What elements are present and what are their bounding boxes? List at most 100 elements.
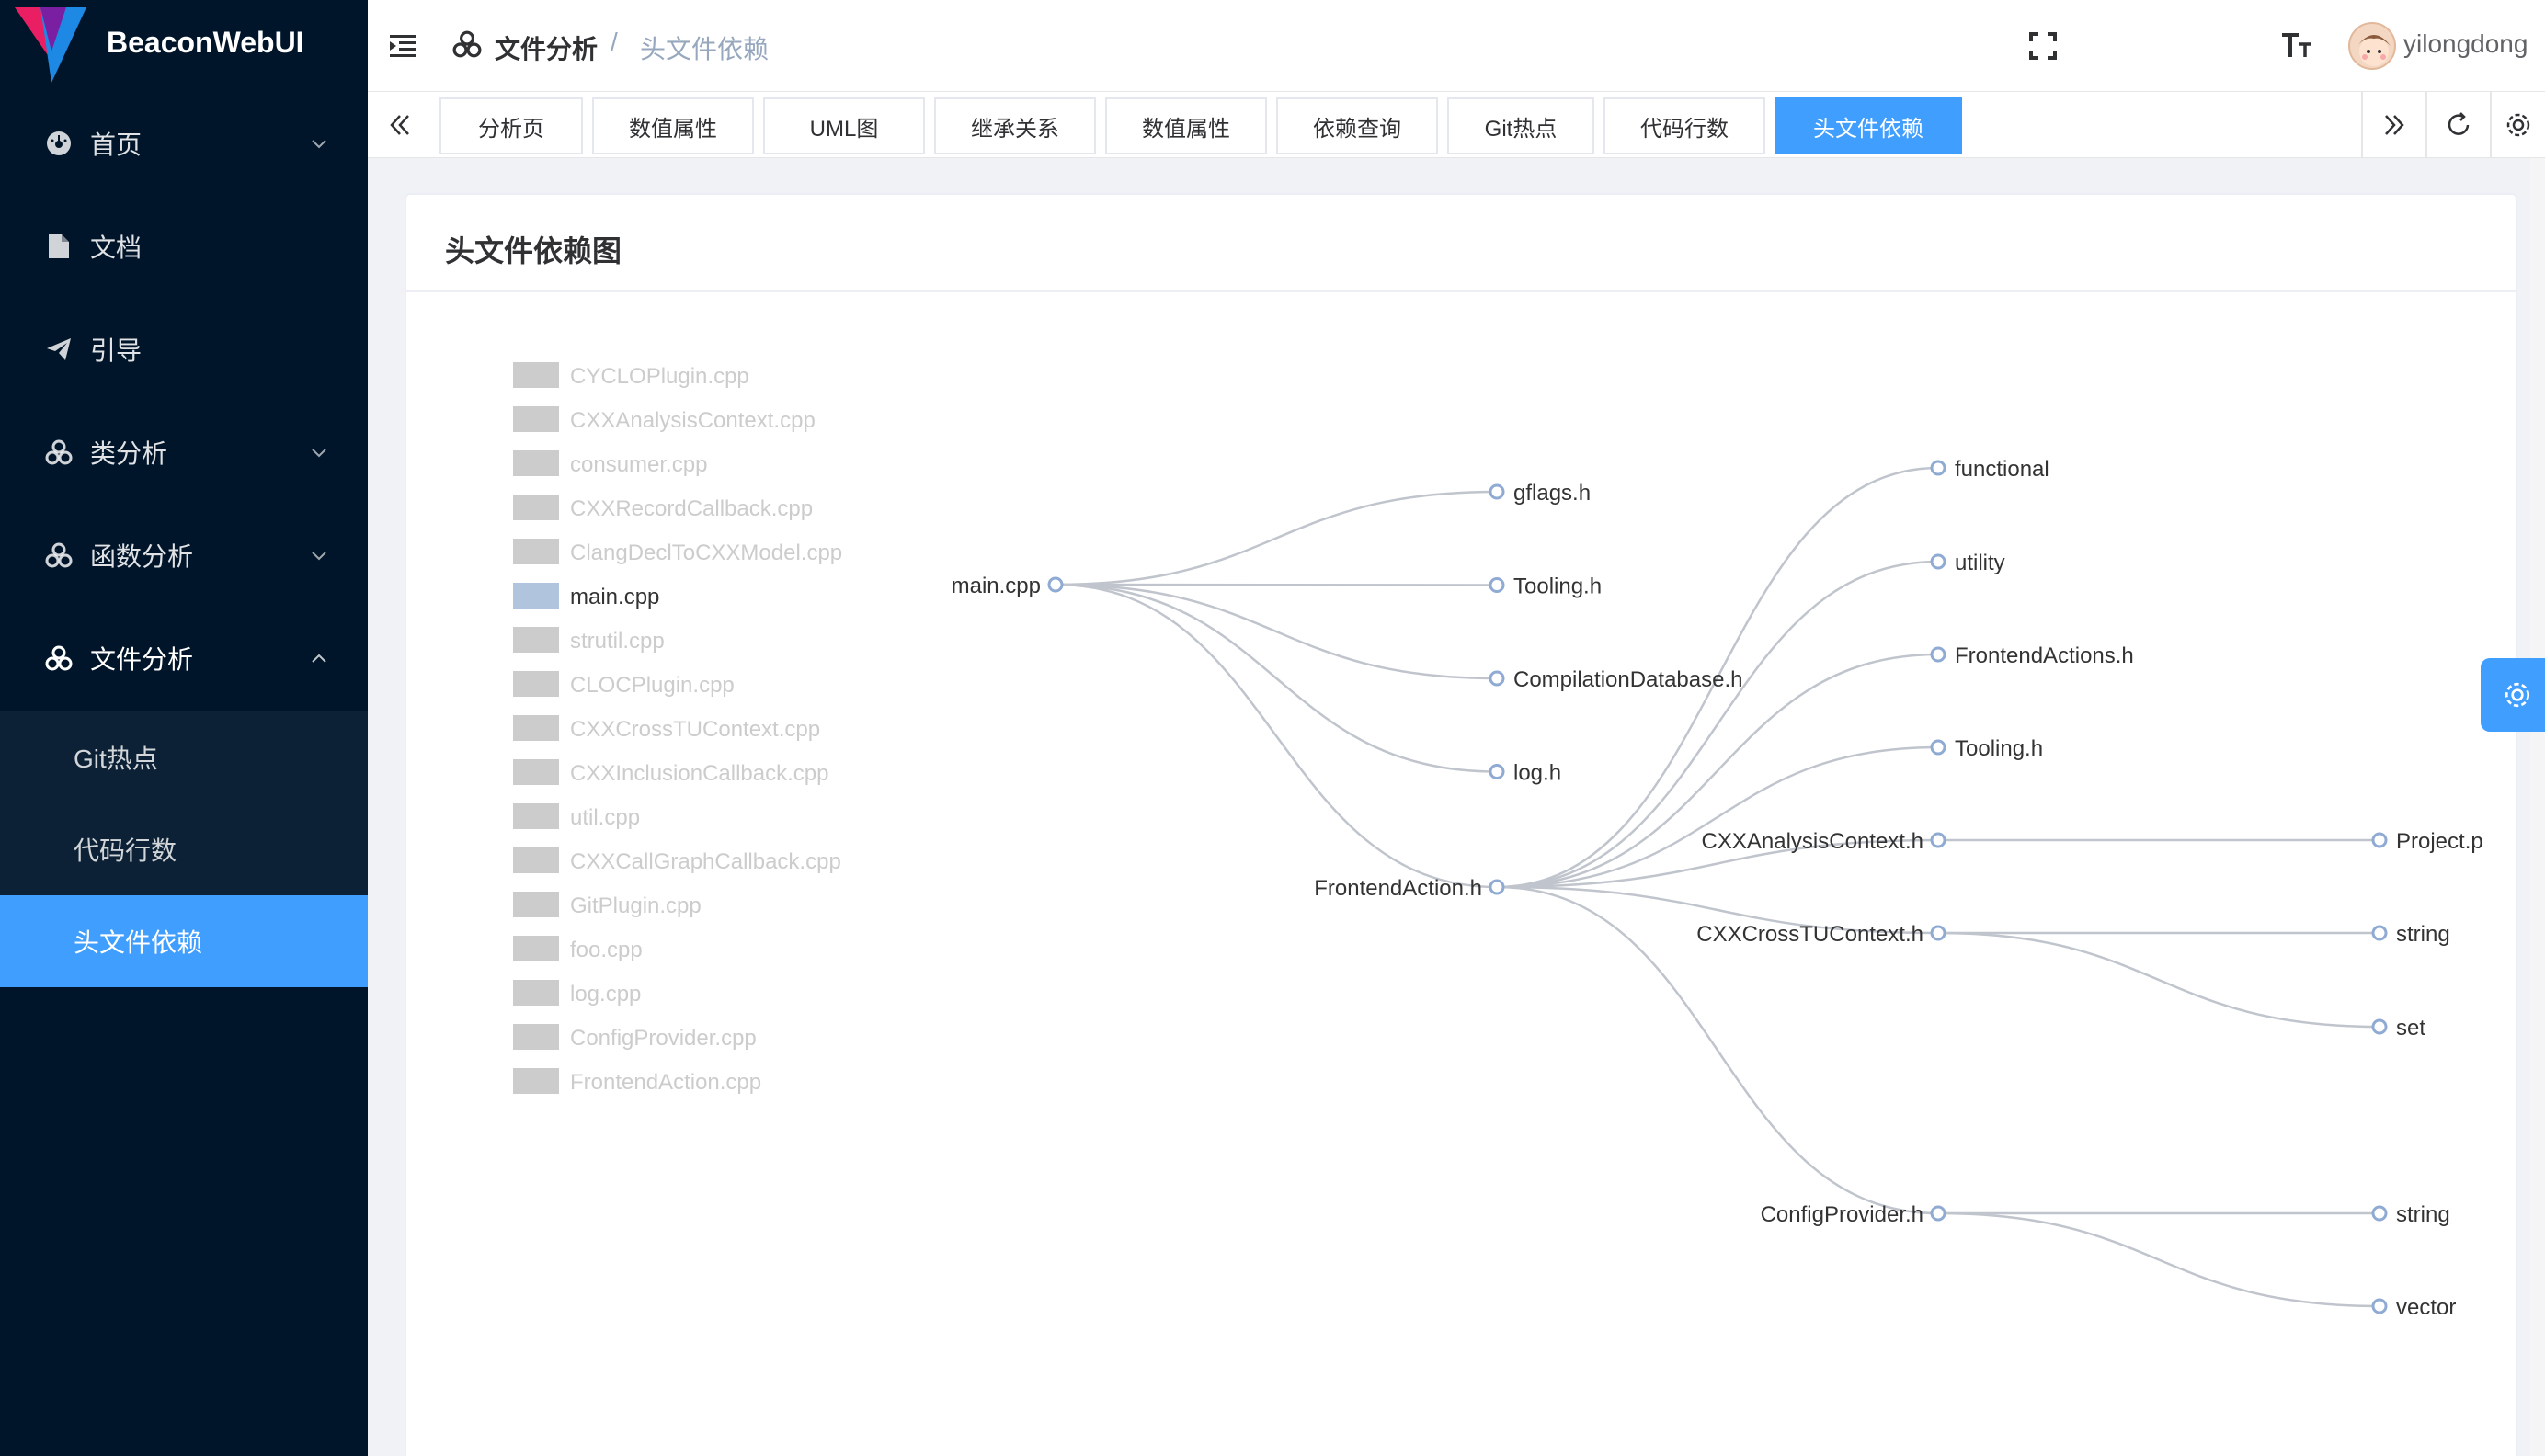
legend-swatch (513, 847, 559, 873)
sidebar-item-file-analysis[interactable]: 文件分析 (0, 607, 368, 710)
sidebar-item-class-analysis[interactable]: 类分析 (0, 401, 368, 504)
tab-6[interactable]: 依赖查询 (1276, 97, 1438, 154)
refresh-icon[interactable] (2425, 92, 2490, 158)
tab-1[interactable]: 分析页 (439, 97, 583, 154)
floating-settings-button[interactable] (2481, 658, 2545, 732)
tree-node-label: Tooling.h (1513, 574, 1602, 599)
menu-fold-icon[interactable] (386, 29, 419, 63)
tree-node-label: functional (1955, 457, 2049, 482)
sidebar-item-label: 类分析 (90, 439, 168, 468)
tree-node (1930, 646, 1946, 663)
legend-swatch (513, 539, 559, 564)
cluster-icon (452, 30, 482, 58)
tabs-scroll-left-icon[interactable] (368, 92, 432, 158)
send-icon (44, 335, 74, 364)
tree-node-label: string (2396, 1202, 2450, 1227)
legend-swatch (513, 803, 559, 829)
legend-swatch (513, 980, 559, 1006)
avatar[interactable] (2348, 22, 2396, 70)
sidebar-item-label: 函数分析 (90, 542, 194, 571)
dependency-graph[interactable]: CYCLOPlugin.cpp CXXAnalysisContext.cpp con… (406, 294, 2516, 1456)
tab-9[interactable]: 头文件依赖 (1775, 97, 1962, 154)
tree-node (2371, 1298, 2388, 1314)
tab-4[interactable]: 继承关系 (934, 97, 1096, 154)
legend-item[interactable]: log.cpp (513, 980, 641, 1007)
cluster-icon (44, 438, 74, 467)
tab-8[interactable]: 代码行数 (1603, 97, 1765, 154)
breadcrumb-separator: / (611, 28, 618, 56)
gear-icon (2505, 682, 2530, 708)
sidebar-item-label: 引导 (90, 336, 143, 365)
font-size-icon[interactable] (2278, 28, 2315, 64)
tree-node (1930, 925, 1946, 941)
sidebar-item-guide[interactable]: 引导 (0, 298, 368, 401)
tab-5[interactable]: 数值属性 (1105, 97, 1267, 154)
legend-swatch (513, 892, 559, 917)
dependency-link (1496, 745, 1939, 889)
tree-node-label: FrontendActions.h (1955, 643, 2134, 668)
fullscreen-icon[interactable] (2025, 28, 2061, 64)
breadcrumb-current[interactable]: 文件分析 (495, 29, 598, 66)
sidebar-subitem-git-hotspot[interactable]: Git热点 (0, 711, 368, 803)
legend-item[interactable]: CXXCallGraphCallback.cpp (513, 847, 841, 874)
sidebar-item-function-analysis[interactable]: 函数分析 (0, 504, 368, 607)
top-header: 文件分析 / 头文件依赖 yilongdong (368, 0, 2545, 92)
tree-node (1930, 739, 1946, 756)
sidebar-item-docs[interactable]: 文档 (0, 195, 368, 298)
document-icon (44, 232, 74, 261)
scrollbar[interactable] (2530, 158, 2545, 1456)
tree-node-label: string (2396, 922, 2450, 947)
gear-icon[interactable] (2490, 92, 2545, 158)
legend-label: CXXCallGraphCallback.cpp (570, 849, 841, 874)
tree-node (1930, 460, 1946, 476)
legend-item[interactable]: strutil.cpp (513, 627, 665, 654)
sidebar-subitem-label: 头文件依赖 (74, 928, 203, 957)
tree-node (1489, 577, 1505, 593)
sidebar-subitem-header-deps[interactable]: 头文件依赖 (0, 895, 368, 987)
tabs-scroll-right-icon[interactable] (2361, 92, 2425, 158)
tab-3[interactable]: UML图 (763, 97, 925, 154)
legend-item[interactable]: foo.cpp (513, 936, 643, 962)
sidebar-subitem-code-lines[interactable]: 代码行数 (0, 803, 368, 895)
tree-node (1489, 670, 1505, 687)
tab-7[interactable]: Git热点 (1447, 97, 1594, 154)
legend-item[interactable]: consumer.cpp (513, 450, 707, 477)
legend-item[interactable]: ConfigProvider.cpp (513, 1024, 757, 1051)
breadcrumb-last: 头文件依赖 (640, 35, 770, 63)
chevron-down-icon (312, 552, 326, 561)
tree-node-label: CXXCrossTUContext.h (1696, 922, 1923, 947)
legend-item[interactable]: CLOCPlugin.cpp (513, 671, 735, 698)
sidebar: BeaconWebUI 首页 文档 引导 类分析 函数分析 文件分析 Git热点… (0, 0, 368, 1456)
legend-label: foo.cpp (570, 938, 643, 962)
tree-node (1930, 553, 1946, 570)
legend-item[interactable]: CXXAnalysisContext.cpp (513, 406, 816, 433)
legend-swatch (513, 1068, 559, 1094)
tree-node (1489, 483, 1505, 500)
brand[interactable]: BeaconWebUI (0, 0, 368, 92)
tree-node-label: gflags.h (1513, 481, 1591, 506)
legend-swatch (513, 406, 559, 432)
legend-item[interactable]: CYCLOPlugin.cpp (513, 362, 749, 389)
legend-item[interactable]: CXXCrossTUContext.cpp (513, 715, 820, 742)
legend-label: CXXRecordCallback.cpp (570, 496, 813, 521)
tree-node-label: Project.p (2396, 829, 2483, 854)
legend-item[interactable]: util.cpp (513, 803, 640, 830)
legend-item[interactable]: main.cpp (513, 583, 659, 609)
chevron-down-icon (312, 449, 326, 458)
sidebar-item-home[interactable]: 首页 (0, 92, 368, 195)
legend-item[interactable]: GitPlugin.cpp (513, 892, 702, 918)
card-header: 头文件依赖图 (406, 195, 2516, 292)
legend-swatch (513, 627, 559, 653)
tree-node-label: vector (2396, 1295, 2456, 1320)
tree-node-label: FrontendAction.h (1314, 876, 1482, 901)
legend-label: CLOCPlugin.cpp (570, 673, 735, 698)
legend-item[interactable]: CXXInclusionCallback.cpp (513, 759, 828, 786)
legend-swatch (513, 759, 559, 785)
tab-2[interactable]: 数值属性 (592, 97, 754, 154)
tree-node-label: CompilationDatabase.h (1513, 667, 1742, 692)
legend-label: consumer.cpp (570, 452, 707, 477)
legend-item[interactable]: ClangDeclToCXXModel.cpp (513, 539, 842, 565)
username[interactable]: yilongdong (2403, 29, 2528, 59)
legend-item[interactable]: FrontendAction.cpp (513, 1068, 761, 1095)
legend-item[interactable]: CXXRecordCallback.cpp (513, 495, 813, 521)
